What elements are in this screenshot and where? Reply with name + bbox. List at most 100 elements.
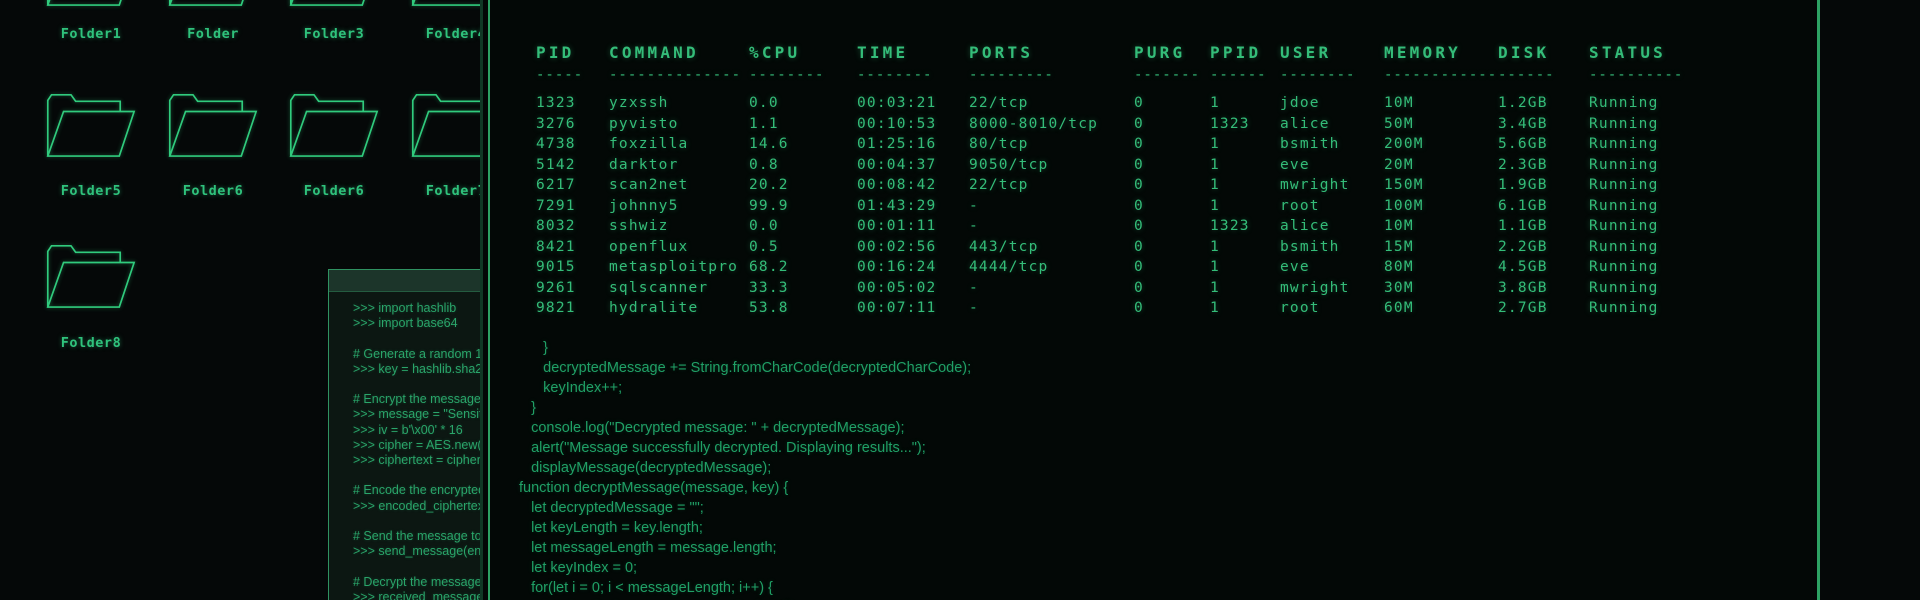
table-dashes-row: ----------------------------------------… — [536, 68, 1729, 94]
cell-pid: 7291 — [536, 197, 609, 218]
cell-purg: 0 — [1134, 176, 1210, 197]
cell-purg: 0 — [1134, 299, 1210, 320]
folder-label: Folder3 — [277, 26, 391, 42]
cell-status: Running — [1589, 279, 1729, 300]
table-row[interactable]: 4738foxzilla14.601:25:1680/tcp01bsmith20… — [536, 135, 1729, 156]
cell-time: 00:05:02 — [857, 279, 969, 300]
cell-disk: 5.6GB — [1498, 135, 1589, 156]
header-cell: USER — [1280, 45, 1384, 68]
cell-purg: 0 — [1134, 156, 1210, 177]
header-cell: -------- — [857, 68, 969, 94]
cell-command: yzxssh — [609, 94, 749, 115]
cell-cpu: 68.2 — [749, 258, 857, 279]
cell-status: Running — [1589, 94, 1729, 115]
table-row[interactable]: 1323yzxssh0.000:03:2122/tcp01jdoe10M1.2G… — [536, 94, 1729, 115]
cell-cpu: 20.2 — [749, 176, 857, 197]
cell-time: 00:02:56 — [857, 238, 969, 259]
table-row[interactable]: 7291johnny599.901:43:29-01root100M6.1GBR… — [536, 197, 1729, 218]
header-cell: TIME — [857, 45, 969, 68]
cell-status: Running — [1589, 176, 1729, 197]
desktop-folder[interactable]: Folder8 — [43, 243, 139, 308]
cell-ports: 9050/tcp — [969, 156, 1134, 177]
cell-disk: 3.8GB — [1498, 279, 1589, 300]
cell-ppid: 1 — [1210, 156, 1280, 177]
cell-memory: 60M — [1384, 299, 1498, 320]
table-row[interactable]: 3276pyvisto1.100:10:538000-8010/tcp01323… — [536, 115, 1729, 136]
cell-disk: 4.5GB — [1498, 258, 1589, 279]
cell-status: Running — [1589, 238, 1729, 259]
header-cell: DISK — [1498, 45, 1589, 68]
process-table: PIDCOMMAND%CPUTIMEPORTSPURGPPIDUSERMEMOR… — [536, 45, 1729, 320]
header-cell: COMMAND — [609, 45, 749, 68]
cell-user: root — [1280, 197, 1384, 218]
cell-purg: 0 — [1134, 135, 1210, 156]
table-row[interactable]: 9261sqlscanner33.300:05:02-01mwright30M3… — [536, 279, 1729, 300]
cell-ports: 22/tcp — [969, 94, 1134, 115]
cell-ppid: 1 — [1210, 238, 1280, 259]
cell-command: foxzilla — [609, 135, 749, 156]
desktop-folder[interactable]: Folder6 — [286, 92, 382, 157]
folder-label: Folder6 — [277, 183, 391, 199]
table-row[interactable]: 8032sshwiz0.000:01:11-01323alice10M1.1GB… — [536, 217, 1729, 238]
cell-user: alice — [1280, 115, 1384, 136]
cell-ppid: 1 — [1210, 258, 1280, 279]
folder-icon — [43, 0, 138, 6]
folder-icon — [43, 243, 138, 308]
header-cell: -------- — [749, 68, 857, 94]
cell-ports: - — [969, 299, 1134, 320]
cell-memory: 20M — [1384, 156, 1498, 177]
cell-time: 00:08:42 — [857, 176, 969, 197]
cell-purg: 0 — [1134, 258, 1210, 279]
desktop-folder[interactable]: Folder6 — [165, 92, 261, 157]
cell-cpu: 0.0 — [749, 94, 857, 115]
folder-label: Folder — [156, 26, 270, 42]
cell-cpu: 1.1 — [749, 115, 857, 136]
header-cell: -------------- — [609, 68, 749, 94]
cell-disk: 1.2GB — [1498, 94, 1589, 115]
cell-user: bsmith — [1280, 238, 1384, 259]
header-cell: --------- — [969, 68, 1134, 94]
cell-memory: 50M — [1384, 115, 1498, 136]
cell-pid: 3276 — [536, 115, 609, 136]
table-row[interactable]: 8421openflux0.500:02:56443/tcp01bsmith15… — [536, 238, 1729, 259]
cell-time: 00:10:53 — [857, 115, 969, 136]
header-cell: PORTS — [969, 45, 1134, 68]
header-cell: PPID — [1210, 45, 1280, 68]
cell-command: scan2net — [609, 176, 749, 197]
table-row[interactable]: 5142darktor0.800:04:379050/tcp01eve20M2.… — [536, 156, 1729, 177]
folder-label: Folder6 — [156, 183, 270, 199]
desktop-folder[interactable]: Folder1 — [43, 0, 139, 6]
cell-cpu: 99.9 — [749, 197, 857, 218]
table-row[interactable]: 9015metasploitpro68.200:16:244444/tcp01e… — [536, 258, 1729, 279]
header-cell: PURG — [1134, 45, 1210, 68]
folder-icon — [286, 0, 381, 6]
cell-pid: 8032 — [536, 217, 609, 238]
cell-ports: 443/tcp — [969, 238, 1134, 259]
window-left-border — [488, 0, 490, 600]
cell-time: 01:43:29 — [857, 197, 969, 218]
header-cell: ------ — [1498, 68, 1589, 94]
cell-purg: 0 — [1134, 217, 1210, 238]
cell-user: alice — [1280, 217, 1384, 238]
header-cell: ----- — [536, 68, 609, 94]
cell-pid: 6217 — [536, 176, 609, 197]
cell-user: mwright — [1280, 279, 1384, 300]
cell-time: 00:03:21 — [857, 94, 969, 115]
cell-purg: 0 — [1134, 238, 1210, 259]
table-row[interactable]: 9821hydralite53.800:07:11-01root60M2.7GB… — [536, 299, 1729, 320]
header-cell: ------ — [1210, 68, 1280, 94]
script-output: } decryptedMessage += String.fromCharCod… — [519, 338, 971, 600]
cell-ports: 22/tcp — [969, 176, 1134, 197]
cell-status: Running — [1589, 299, 1729, 320]
cell-disk: 2.3GB — [1498, 156, 1589, 177]
cell-pid: 9821 — [536, 299, 609, 320]
cell-pid: 5142 — [536, 156, 609, 177]
cell-memory: 10M — [1384, 94, 1498, 115]
desktop-folder[interactable]: Folder — [165, 0, 261, 6]
desktop-folder[interactable]: Folder5 — [43, 92, 139, 157]
cell-ppid: 1 — [1210, 197, 1280, 218]
cell-ppid: 1323 — [1210, 217, 1280, 238]
table-row[interactable]: 6217scan2net20.200:08:4222/tcp01mwright1… — [536, 176, 1729, 197]
desktop-folder[interactable]: Folder3 — [286, 0, 382, 6]
cell-command: hydralite — [609, 299, 749, 320]
